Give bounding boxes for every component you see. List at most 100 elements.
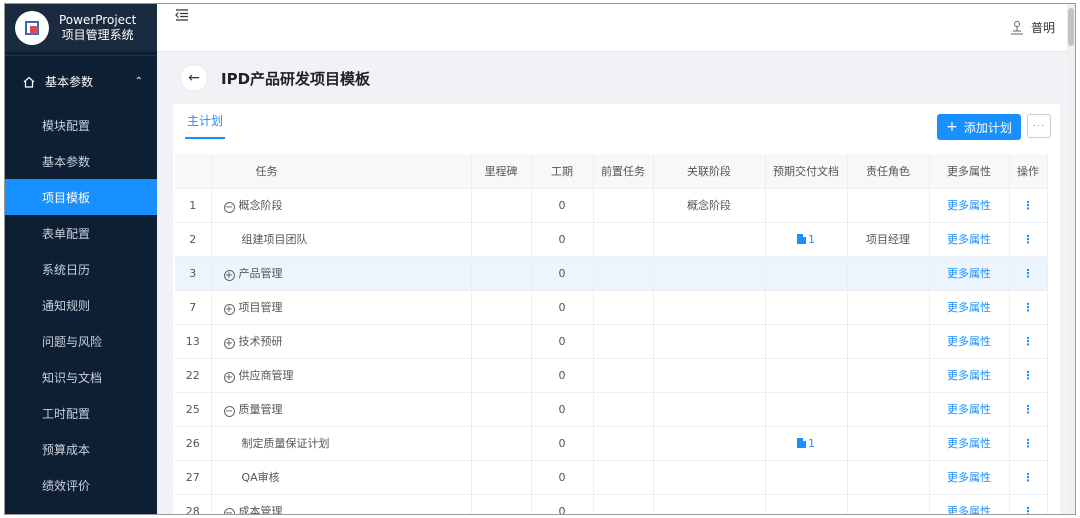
more-attributes-link[interactable]: 更多属性 xyxy=(929,460,1010,495)
table-row[interactable]: 7 + 项目管理 0 更多属性 ⋮ xyxy=(175,290,1048,325)
duration-cell: 0 xyxy=(531,324,594,359)
sidebar-item[interactable]: 项目模板 xyxy=(5,179,157,215)
row-actions-icon[interactable]: ⋮ xyxy=(1009,392,1048,427)
deliverable-count: 1 xyxy=(808,232,815,246)
more-options-button[interactable]: ··· xyxy=(1027,114,1051,138)
task-name: 成本管理 xyxy=(238,505,283,515)
deliverable-count: 1 xyxy=(808,436,815,450)
table-row[interactable]: 28− 成本管理 0 更多属性 ⋮ xyxy=(175,494,1048,515)
role-cell xyxy=(847,256,930,291)
row-actions-icon[interactable]: ⋮ xyxy=(1009,324,1048,359)
document-icon xyxy=(797,233,806,244)
task-cell: − 概念阶段 xyxy=(211,188,472,223)
task-name: 技术预研 xyxy=(238,335,283,348)
predecessor-cell xyxy=(593,494,654,514)
row-actions-icon[interactable]: ⋮ xyxy=(1009,460,1048,495)
sidebar: PowerProject 项目管理系统 基本参数 ⌃ 模块配置 基本参数 项目模板表… xyxy=(5,4,157,514)
predecessor-cell xyxy=(593,460,654,495)
column-header: 操作 xyxy=(1009,154,1048,189)
more-attributes-link[interactable]: 更多属性 xyxy=(929,222,1010,257)
more-attributes-link[interactable]: 更多属性 xyxy=(929,392,1010,427)
task-name: 制定质量保证计划 xyxy=(241,437,330,450)
table-row[interactable]: 27 QA审核 0 更多属性 ⋮ xyxy=(175,460,1048,495)
add-plan-button[interactable]: + 添加计划 xyxy=(937,114,1021,140)
more-attributes-link[interactable]: 更多属性 xyxy=(929,324,1010,359)
row-actions-icon[interactable]: ⋮ xyxy=(1009,494,1048,514)
milestone-cell xyxy=(471,222,532,257)
page-title: IPD产品研发项目模板 xyxy=(221,69,371,88)
sidebar-item[interactable]: 模块配置 xyxy=(5,107,157,143)
row-actions-icon[interactable]: ⋮ xyxy=(1009,426,1048,461)
milestone-cell xyxy=(471,460,532,495)
milestone-cell xyxy=(471,290,532,325)
stage-cell xyxy=(653,392,766,427)
predecessor-cell xyxy=(593,324,654,359)
menu-list: 模块配置 基本参数 项目模板 表单配置 系统日历 通知规则 问题与风险 知识与文档 工时配置 预算… xyxy=(5,107,157,503)
deliverable-cell xyxy=(765,392,848,427)
collapse-icon[interactable]: − xyxy=(223,508,235,514)
sidebar-item[interactable]: 系统日历 xyxy=(5,251,157,287)
expand-icon[interactable]: + xyxy=(223,270,235,281)
table-row[interactable]: 2 组建项目团队 0 1 项目经理 更多属性 ⋮ xyxy=(175,222,1048,257)
expand-icon[interactable]: + xyxy=(223,304,235,315)
sidebar-item[interactable]: 基本参数 xyxy=(5,143,157,179)
home-icon xyxy=(23,76,35,88)
user-icon xyxy=(1009,20,1025,36)
stage-cell: 概念阶段 xyxy=(653,188,766,223)
table-row[interactable]: 22 + 供应商管理 0 更多属性 ⋮ xyxy=(175,358,1048,393)
predecessor-cell xyxy=(593,392,654,427)
more-attributes-link[interactable]: 更多属性 xyxy=(929,358,1010,393)
sidebar-item[interactable]: 预算成本 xyxy=(5,431,157,467)
table-row[interactable]: 25− 质量管理 0 更多属性 ⋮ xyxy=(175,392,1048,427)
column-header: 责任角色 xyxy=(847,154,930,189)
more-attributes-link[interactable]: 更多属性 xyxy=(929,256,1010,291)
scrollbar-thumb[interactable] xyxy=(1068,8,1074,46)
sidebar-item[interactable]: 问题与风险 xyxy=(5,323,157,359)
more-attributes-link[interactable]: 更多属性 xyxy=(929,188,1010,223)
milestone-cell xyxy=(471,392,532,427)
tab-main-plan[interactable]: 主计划 xyxy=(185,112,226,139)
menu-collapse-icon[interactable] xyxy=(175,9,189,21)
table-row[interactable]: 1− 概念阶段 0 概念阶段 更多属性 ⋮ xyxy=(175,188,1048,223)
duration-cell: 0 xyxy=(531,290,594,325)
column-header: 更多属性 xyxy=(929,154,1010,189)
row-actions-icon[interactable]: ⋮ xyxy=(1009,256,1048,291)
back-button[interactable]: ← xyxy=(181,65,207,91)
duration-cell: 0 xyxy=(531,358,594,393)
table-row[interactable]: 26 制定质量保证计划 0 1 更多属性 ⋮ xyxy=(175,426,1048,461)
table-row[interactable]: 3 + 产品管理 0 更多属性 ⋮ xyxy=(175,256,1048,291)
predecessor-cell xyxy=(593,426,654,461)
sidebar-item[interactable]: 工时配置 xyxy=(5,395,157,431)
role-cell: 项目经理 xyxy=(847,222,930,257)
expand-icon[interactable]: + xyxy=(223,372,235,383)
more-attributes-link[interactable]: 更多属性 xyxy=(929,290,1010,325)
row-index: 2 xyxy=(175,222,212,257)
expand-icon[interactable]: + xyxy=(223,338,235,349)
deliverable-link[interactable]: 1 xyxy=(797,437,815,450)
collapse-icon[interactable]: − xyxy=(223,202,235,213)
user-name: 普明 xyxy=(1030,21,1055,35)
user-menu[interactable]: 普明 xyxy=(1009,19,1055,36)
column-header: 关联阶段 xyxy=(653,154,766,189)
sidebar-item[interactable]: 知识与文档 xyxy=(5,359,157,395)
milestone-cell xyxy=(471,358,532,393)
more-attributes-link[interactable]: 更多属性 xyxy=(929,426,1010,461)
row-index: 13 xyxy=(175,324,212,359)
row-actions-icon[interactable]: ⋮ xyxy=(1009,358,1048,393)
task-cell: QA审核 xyxy=(211,460,472,495)
sidebar-item[interactable]: 表单配置 xyxy=(5,215,157,251)
sidebar-item[interactable]: 绩效评价 xyxy=(5,467,157,503)
row-index: 3 xyxy=(175,256,212,291)
row-actions-icon[interactable]: ⋮ xyxy=(1009,222,1048,257)
table-row[interactable]: 13 + 技术预研 0 更多属性 ⋮ xyxy=(175,324,1048,359)
collapse-icon[interactable]: − xyxy=(223,406,235,417)
sidebar-item[interactable]: 通知规则 xyxy=(5,287,157,323)
row-actions-icon[interactable]: ⋮ xyxy=(1009,290,1048,325)
duration-cell: 0 xyxy=(531,494,594,514)
page-scrollbar[interactable] xyxy=(1067,4,1075,514)
row-actions-icon[interactable]: ⋮ xyxy=(1009,188,1048,223)
more-attributes-link[interactable]: 更多属性 xyxy=(929,494,1010,514)
deliverable-link[interactable]: 1 xyxy=(797,233,815,246)
predecessor-cell xyxy=(593,222,654,257)
menu-group-basic-params[interactable]: 基本参数 ⌃ xyxy=(5,55,157,107)
